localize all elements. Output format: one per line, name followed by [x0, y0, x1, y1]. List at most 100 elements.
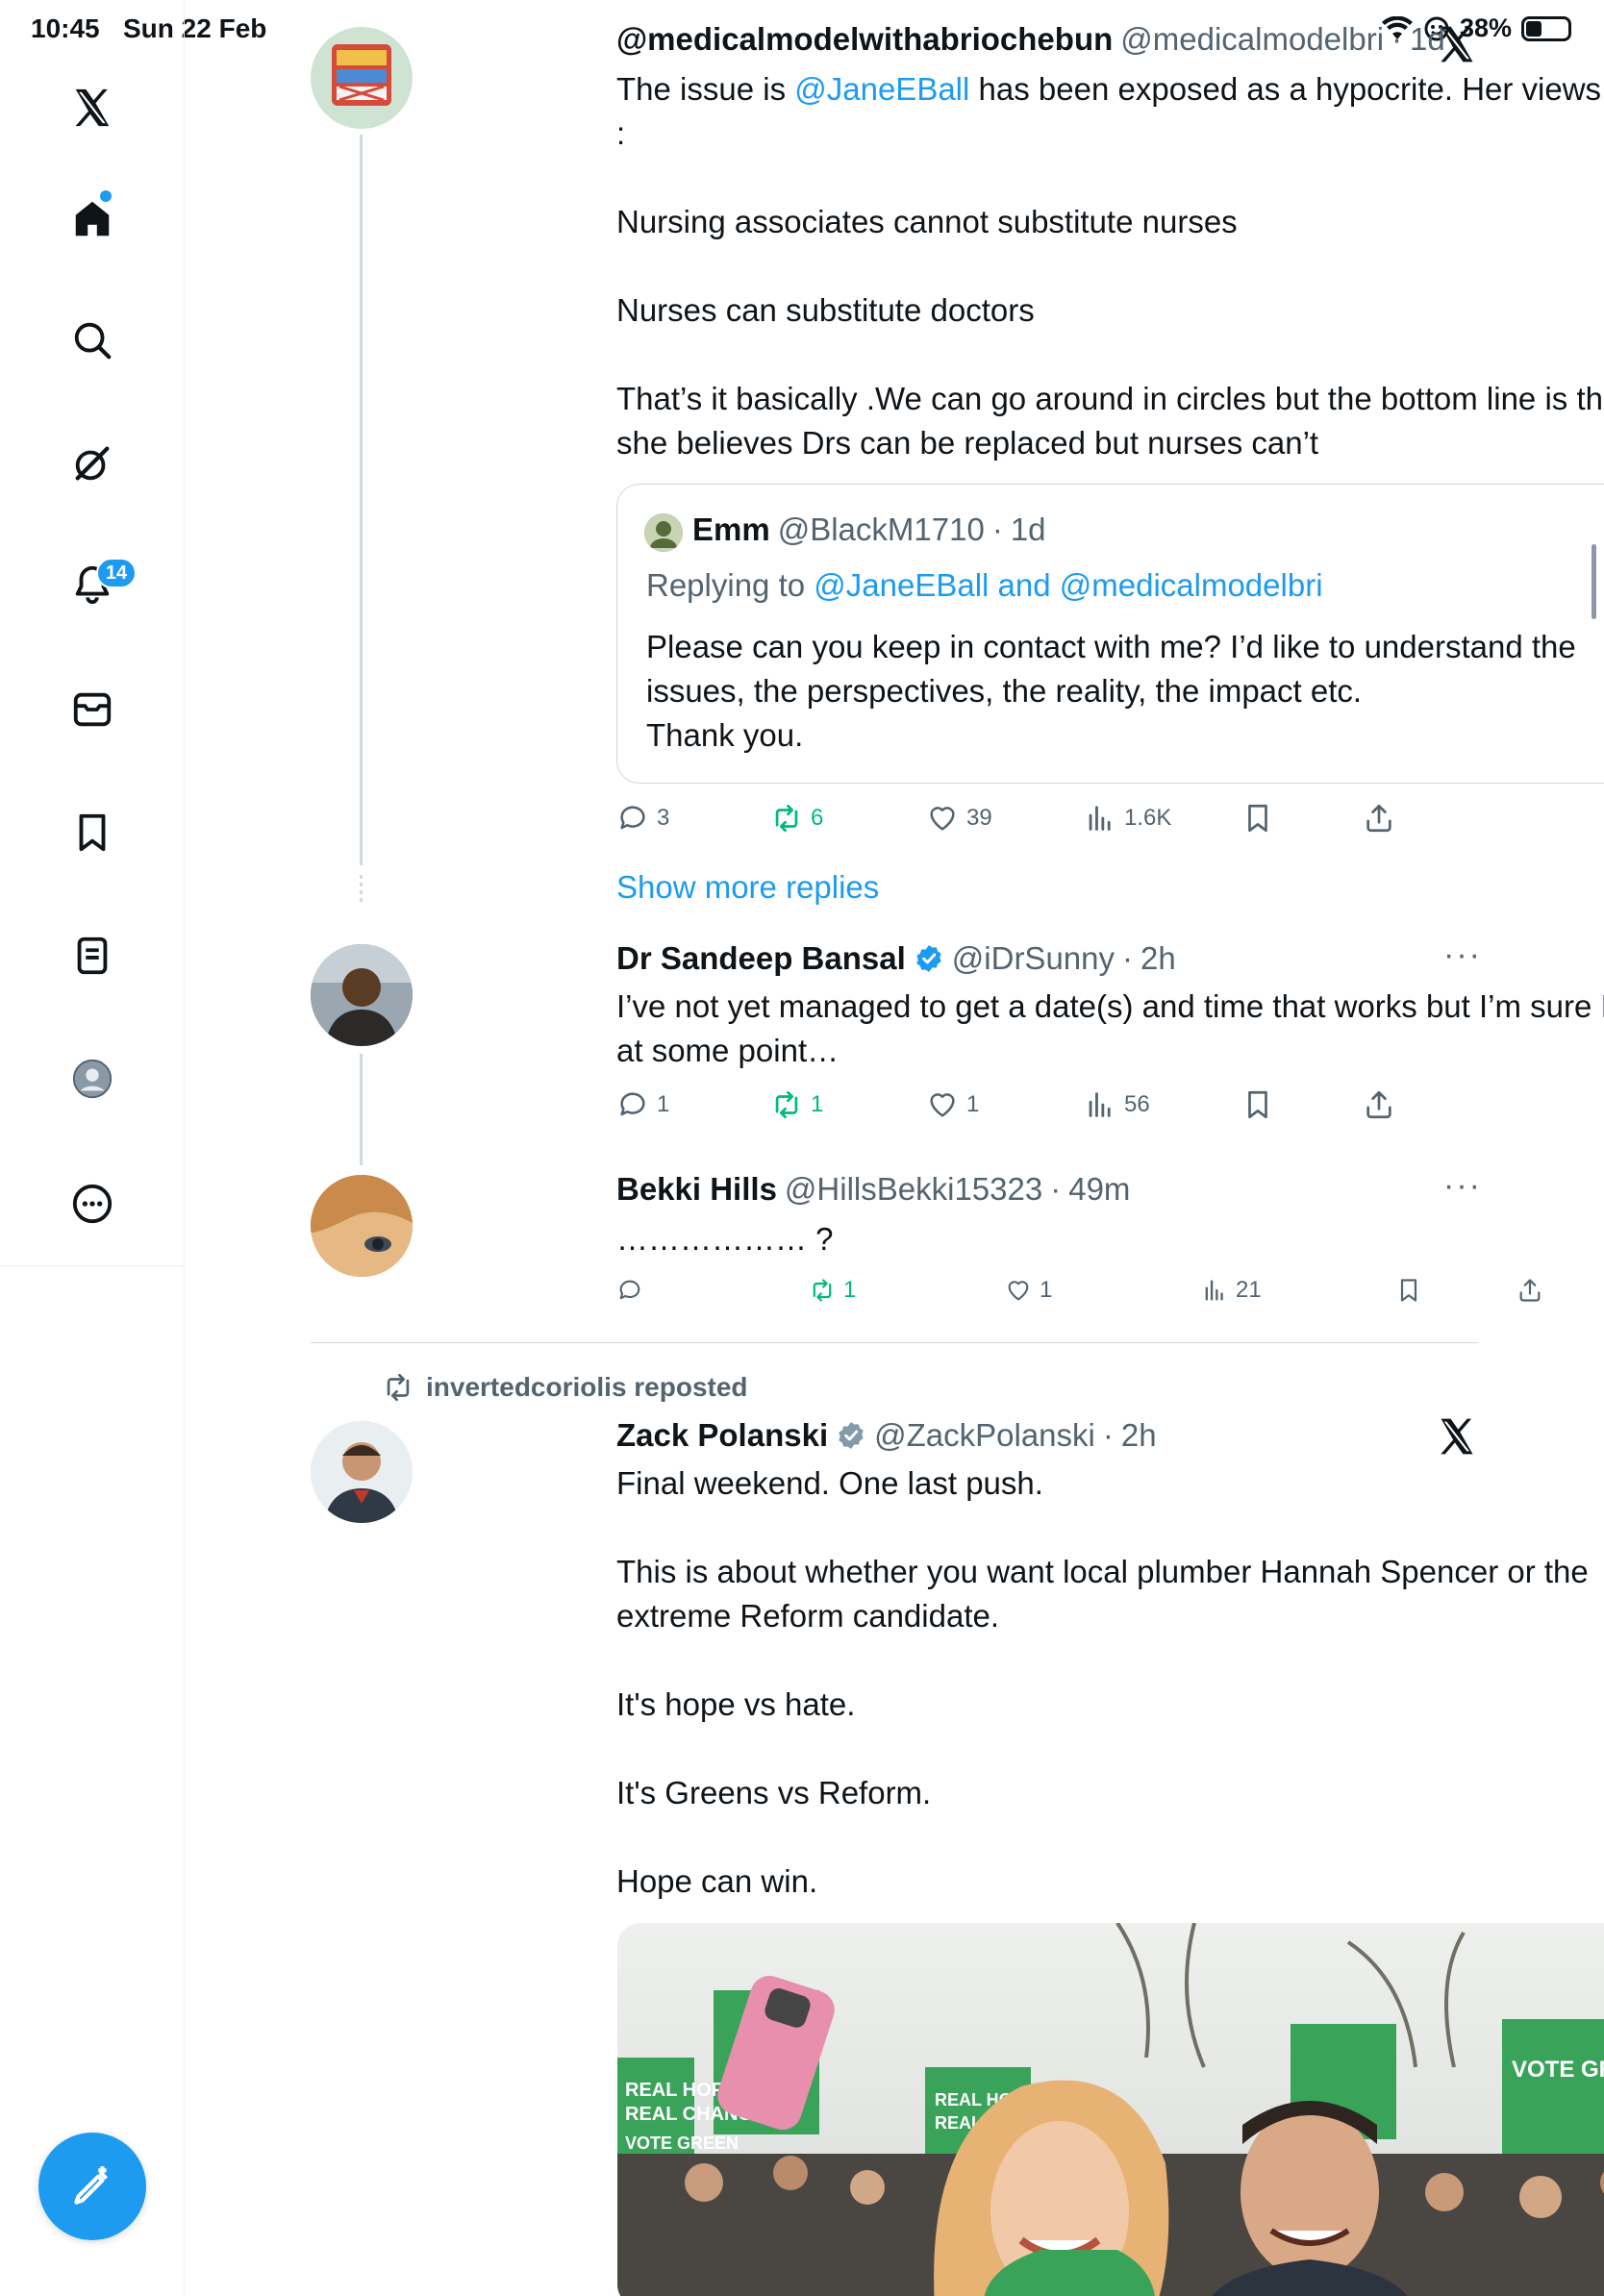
- author-name[interactable]: @medicalmodelwithabriochebun: [616, 21, 1113, 58]
- repost-button[interactable]: 6: [770, 802, 823, 835]
- replying-label: Replying to: [646, 567, 815, 603]
- thread-connector-dotted: [360, 875, 363, 904]
- repost-context-icon: [387, 1373, 410, 1402]
- bookmark-button[interactable]: [1395, 1277, 1422, 1304]
- tweet-actions: 3 6 39 1.6K: [616, 802, 1391, 840]
- views-count: 21: [1236, 1277, 1262, 1303]
- views-button[interactable]: 56: [1084, 1088, 1150, 1121]
- quote-header: Emm @BlackM1710 · 1d: [692, 512, 1046, 548]
- tweet-header: @medicalmodelwithabriochebun @medicalmod…: [616, 21, 1445, 58]
- quote-body: Please can you keep in contact with me? …: [646, 625, 1604, 758]
- quoted-tweet[interactable]: Emm @BlackM1710 · 1d Replying to @JaneEB…: [616, 484, 1604, 784]
- share-icon: [1519, 1279, 1541, 1302]
- repost-icon: [775, 1090, 798, 1119]
- timestamp[interactable]: 2h: [1121, 1417, 1157, 1454]
- home-icon[interactable]: [62, 188, 123, 250]
- tweet-body: I’ve not yet managed to get a date(s) an…: [616, 985, 1604, 1073]
- avatar[interactable]: [311, 27, 413, 129]
- repost-count: 1: [811, 1091, 824, 1117]
- avatar[interactable]: [311, 1421, 413, 1523]
- quote-author-handle: @BlackM1710: [777, 512, 985, 547]
- reply-button[interactable]: 1: [616, 1088, 669, 1121]
- share-button[interactable]: [1363, 1088, 1395, 1121]
- reply-icon: [620, 1092, 645, 1116]
- repost-count: 6: [811, 805, 824, 831]
- lists-icon[interactable]: [62, 925, 123, 986]
- repost-context: invertedcoriolis reposted: [382, 1371, 748, 1404]
- avatar-image: [311, 27, 413, 129]
- author-name[interactable]: Zack Polanski: [616, 1417, 828, 1454]
- like-count: 1: [966, 1091, 980, 1117]
- bookmark-button[interactable]: [1241, 1088, 1274, 1121]
- like-button[interactable]: 1: [926, 1088, 979, 1121]
- quote-replying-to: Replying to @JaneEBall and @medicalmodel…: [646, 567, 1323, 604]
- tweet-header: Zack Polanski @ZackPolanski · 2h: [616, 1417, 1157, 1454]
- bookmarks-icon[interactable]: [62, 802, 123, 863]
- repost-icon: [813, 1279, 832, 1302]
- quote-author-name: Emm: [692, 512, 770, 547]
- more-options-icon[interactable]: [62, 1173, 123, 1235]
- author-handle[interactable]: @iDrSunny: [952, 940, 1115, 977]
- author-handle[interactable]: @HillsBekki15323: [785, 1171, 1042, 1208]
- tweet-photo[interactable]: REAL HOPE REAL CHANGE VOTE GREEN REAL HO…: [617, 1923, 1604, 2296]
- views-button[interactable]: 21: [1201, 1277, 1262, 1304]
- grok-icon[interactable]: [62, 433, 123, 494]
- reply-button[interactable]: [616, 1277, 651, 1304]
- bookmark-icon: [1400, 1279, 1417, 1302]
- separator-dot: ·: [1122, 940, 1134, 976]
- tweet-actions: 1 1 21: [616, 1277, 1578, 1315]
- profile-avatar-icon[interactable]: [62, 1048, 123, 1110]
- sign-text-vote-green: VOTE GREEN: [1512, 2057, 1604, 2083]
- timestamp[interactable]: 2h: [1140, 940, 1176, 977]
- tweet-header: Bekki Hills @HillsBekki15323 · 49m: [616, 1171, 1130, 1208]
- author-name[interactable]: Bekki Hills: [616, 1171, 777, 1208]
- reply-button[interactable]: 3: [616, 802, 669, 835]
- tweet-paragraph: That’s it basically .We can go around in…: [616, 381, 1604, 461]
- like-count: 1: [1040, 1277, 1053, 1303]
- replying-mentions[interactable]: @JaneEBall and @medicalmodelbri: [814, 567, 1322, 603]
- share-icon: [1366, 1090, 1391, 1119]
- show-more-replies-link[interactable]: Show more replies: [616, 869, 879, 906]
- repost-count: 1: [843, 1277, 857, 1303]
- avatar-image: [311, 1421, 413, 1523]
- quote-text: Please can you keep in contact with me? …: [646, 629, 1576, 709]
- avatar-image: [311, 944, 413, 1046]
- tweet-paragraph: It's hope vs hate.: [616, 1686, 856, 1722]
- author-name[interactable]: Dr Sandeep Bansal: [616, 940, 906, 977]
- reply-count: 3: [657, 805, 670, 831]
- avatar[interactable]: [311, 1175, 413, 1277]
- views-count: 1.6K: [1124, 805, 1172, 831]
- messages-icon[interactable]: [62, 679, 123, 740]
- repost-label[interactable]: invertedcoriolis reposted: [426, 1372, 748, 1403]
- search-icon[interactable]: [62, 310, 123, 371]
- share-button[interactable]: [1516, 1277, 1543, 1304]
- thread-separator: [311, 1342, 1478, 1343]
- repost-button[interactable]: 1: [770, 1088, 823, 1121]
- home-unread-dot: [100, 190, 112, 202]
- more-options-button[interactable]: ···: [1443, 936, 1482, 974]
- tweet-header: Dr Sandeep Bansal @iDrSunny · 2h: [616, 940, 1176, 977]
- bookmark-icon: [1248, 1090, 1267, 1119]
- avatar-image: [311, 1175, 413, 1277]
- views-button[interactable]: 1.6K: [1084, 802, 1171, 835]
- tweet-actions: 1 1 1 56: [616, 1088, 1391, 1127]
- repost-button[interactable]: 1: [809, 1277, 856, 1304]
- mention-link[interactable]: @JaneEBall: [794, 71, 969, 107]
- avatar[interactable]: [311, 944, 413, 1046]
- author-handle[interactable]: @medicalmodelbri: [1120, 21, 1384, 58]
- like-button[interactable]: 39: [926, 802, 992, 835]
- like-button[interactable]: 1: [1005, 1277, 1052, 1304]
- bookmark-button[interactable]: [1241, 802, 1274, 835]
- quote-text: Thank you.: [646, 717, 804, 753]
- author-handle[interactable]: @ZackPolanski: [874, 1417, 1095, 1454]
- views-count: 56: [1124, 1091, 1150, 1117]
- timestamp[interactable]: 49m: [1068, 1171, 1130, 1208]
- separator-dot: ·: [1050, 1171, 1062, 1207]
- thread-connector: [360, 135, 363, 865]
- verified-badge-icon: [839, 1422, 864, 1449]
- compose-post-button[interactable]: [38, 2133, 146, 2240]
- more-options-button[interactable]: ···: [1443, 1167, 1482, 1205]
- share-button[interactable]: [1363, 802, 1395, 835]
- tweet-paragraph: Nursing associates cannot substitute nur…: [616, 204, 1238, 239]
- x-logo-icon[interactable]: [62, 77, 123, 138]
